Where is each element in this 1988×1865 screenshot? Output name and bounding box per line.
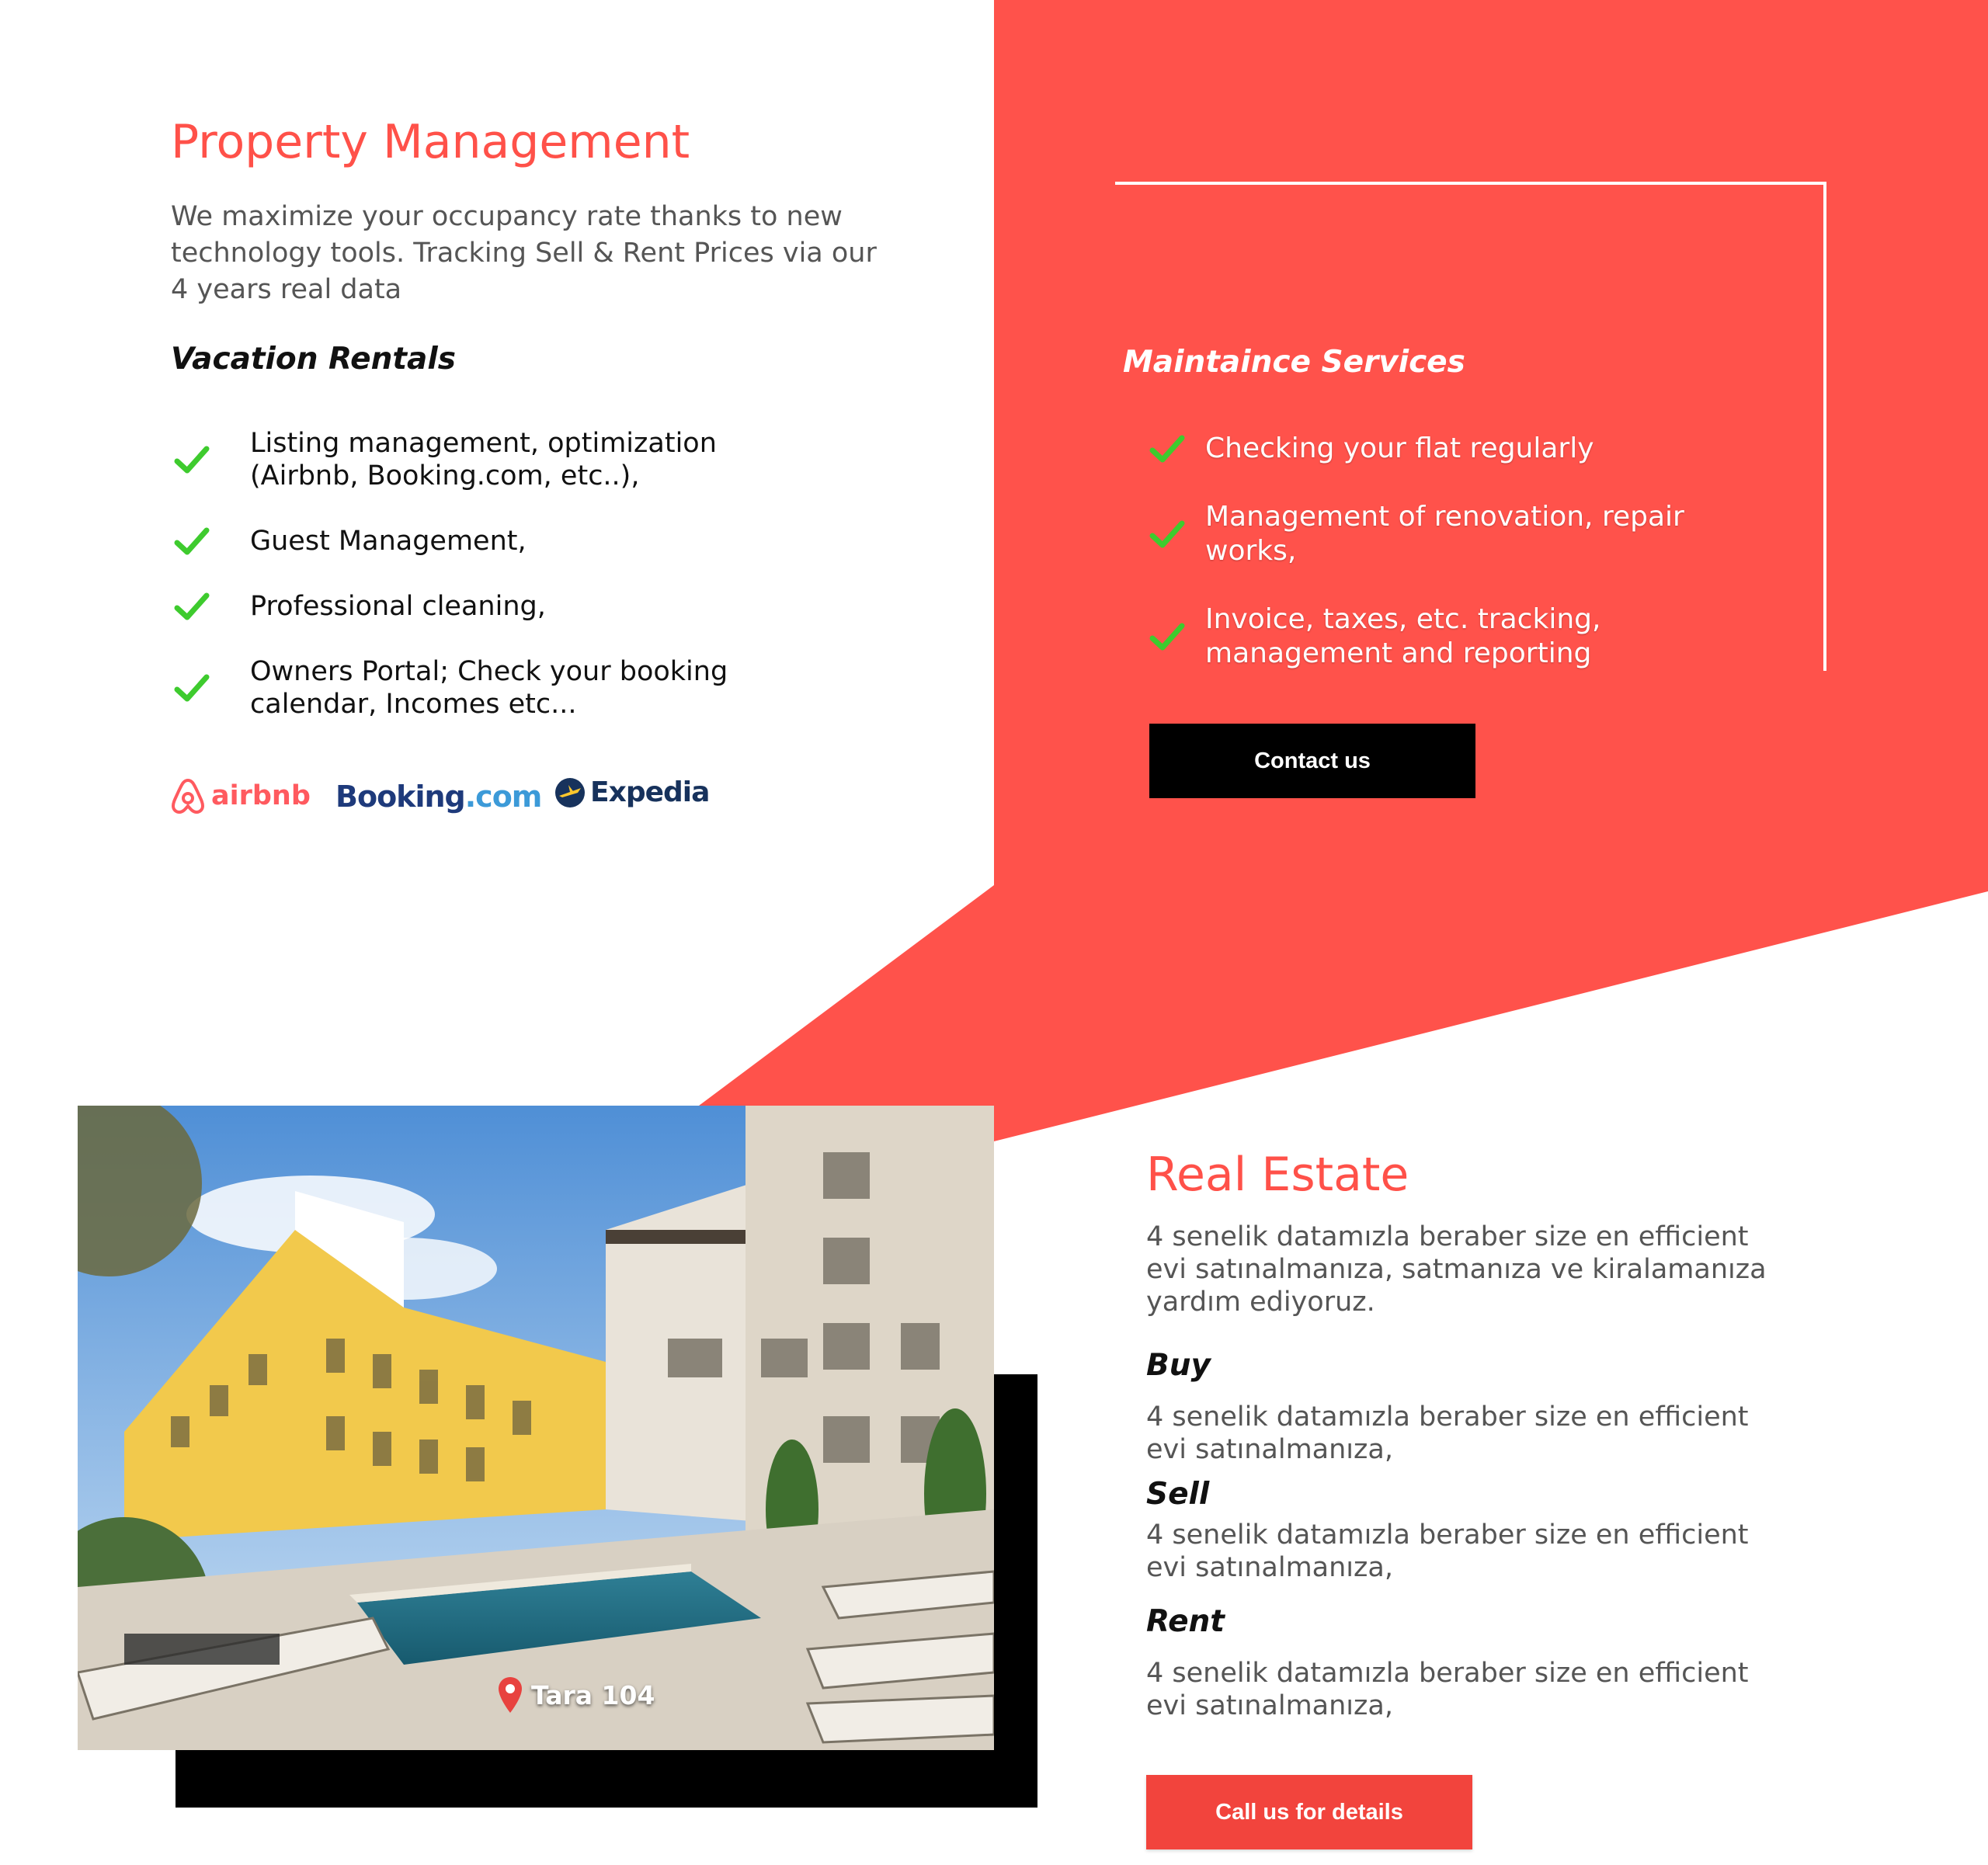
check-icon bbox=[174, 527, 210, 555]
list-item-label: Professional cleaning, bbox=[250, 591, 546, 622]
list-item-label: Listing management, optimization (Airbnb… bbox=[250, 428, 717, 491]
check-icon bbox=[1149, 520, 1185, 548]
booking-logo: Booking.com bbox=[335, 780, 543, 814]
maintenance-services-heading: Maintaince Services bbox=[1123, 345, 1465, 380]
check-icon bbox=[174, 592, 210, 620]
vacation-rentals-list: Listing management, optimization (Airbnb… bbox=[171, 427, 761, 753]
airbnb-logo: airbnb bbox=[171, 776, 311, 815]
vacation-rentals-heading: Vacation Rentals bbox=[171, 342, 456, 377]
check-icon bbox=[1149, 623, 1185, 651]
real-estate-title: Real Estate bbox=[1146, 1148, 1409, 1202]
maintenance-services-list: Checking your flat regularly Management … bbox=[1149, 432, 1740, 705]
sell-heading: Sell bbox=[1146, 1477, 1210, 1512]
check-icon bbox=[174, 674, 210, 702]
list-item-label: Invoice, taxes, etc. tracking, managemen… bbox=[1205, 603, 1601, 669]
contact-us-button[interactable]: Contact us bbox=[1149, 724, 1475, 798]
call-us-for-details-button[interactable]: Call us for details bbox=[1146, 1775, 1472, 1849]
property-management-description: We maximize your occupancy rate thanks t… bbox=[171, 201, 877, 305]
expedia-globe-icon bbox=[555, 777, 585, 807]
location-tag: Tara 104 bbox=[497, 1676, 655, 1714]
airbnb-wordmark: airbnb bbox=[211, 780, 311, 811]
property-photo-illustration bbox=[78, 1106, 994, 1750]
booking-com-suffix: .com bbox=[464, 780, 543, 814]
location-pin-icon bbox=[499, 1677, 522, 1713]
partner-logos: airbnb Booking.com Expedia bbox=[171, 773, 714, 820]
expedia-logo: Expedia bbox=[554, 776, 710, 808]
list-item: Invoice, taxes, etc. tracking, managemen… bbox=[1149, 603, 1740, 671]
rent-heading: Rent bbox=[1146, 1604, 1225, 1639]
rent-text: 4 senelik datamızla beraber size en effi… bbox=[1146, 1658, 1749, 1721]
list-item-label: Management of renovation, repair works, bbox=[1205, 501, 1684, 567]
buy-text: 4 senelik datamızla beraber size en effi… bbox=[1146, 1401, 1749, 1465]
location-label: Tara 104 bbox=[531, 1679, 655, 1710]
airbnb-icon bbox=[171, 778, 205, 814]
booking-wordmark: Booking bbox=[335, 780, 466, 814]
list-item: Professional cleaning, bbox=[171, 590, 761, 623]
check-icon bbox=[1149, 435, 1185, 463]
property-photo[interactable]: Tara 104 bbox=[78, 1106, 994, 1750]
sell-text: 4 senelik datamızla beraber size en effi… bbox=[1146, 1519, 1749, 1583]
buy-heading: Buy bbox=[1146, 1348, 1211, 1383]
property-management-title: Property Management bbox=[171, 115, 690, 169]
frame-line-top bbox=[1115, 182, 1826, 185]
list-item-label: Checking your flat regularly bbox=[1205, 432, 1594, 464]
list-item: Guest Management, bbox=[171, 525, 761, 557]
list-item-label: Owners Portal; Check your booking calend… bbox=[250, 656, 728, 720]
list-item: Owners Portal; Check your booking calend… bbox=[171, 655, 761, 721]
list-item-label: Guest Management, bbox=[250, 526, 527, 557]
list-item: Listing management, optimization (Airbnb… bbox=[171, 427, 761, 492]
expedia-wordmark: Expedia bbox=[590, 776, 710, 808]
frame-line-right bbox=[1823, 182, 1826, 671]
list-item: Management of renovation, repair works, bbox=[1149, 500, 1740, 568]
check-icon bbox=[174, 446, 210, 474]
real-estate-description: 4 senelik datamızla beraber size en effi… bbox=[1146, 1221, 1767, 1318]
list-item: Checking your flat regularly bbox=[1149, 432, 1740, 466]
